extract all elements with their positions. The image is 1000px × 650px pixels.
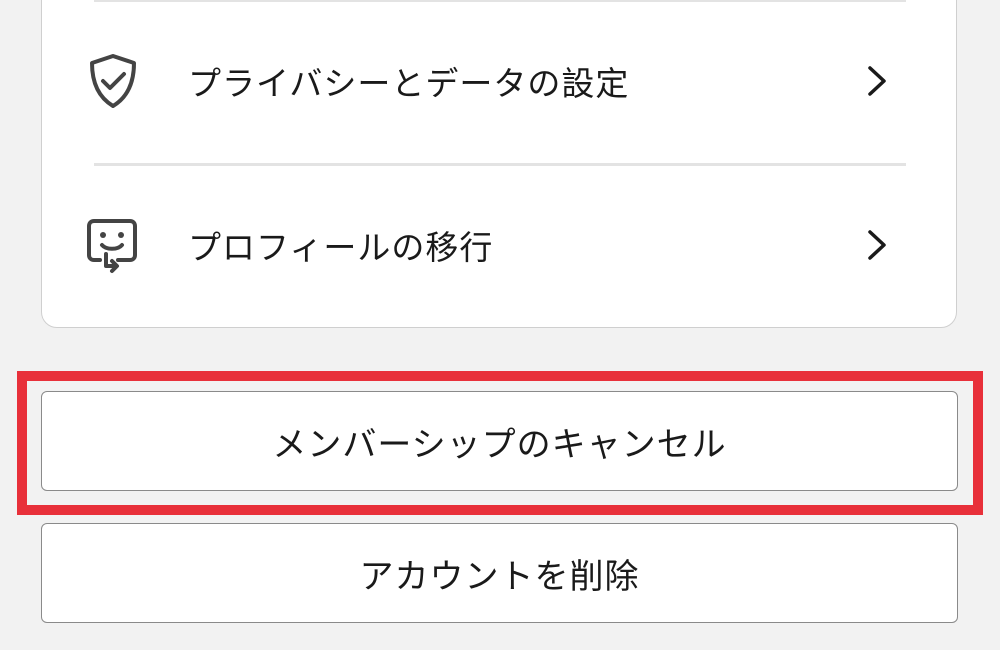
chevron-right-icon — [862, 61, 892, 101]
cancel-membership-button[interactable]: メンバーシップのキャンセル — [41, 391, 958, 491]
divider-top — [94, 0, 906, 2]
privacy-data-settings-label: プライバシーとデータの設定 — [188, 64, 630, 103]
settings-card: プライバシーとデータの設定 プロフィールの移行 — [41, 0, 957, 328]
profile-transfer-icon — [83, 215, 143, 275]
profile-transfer-row[interactable]: プロフィールの移行 — [42, 185, 958, 305]
privacy-data-settings-row[interactable]: プライバシーとデータの設定 — [42, 21, 958, 141]
shield-check-icon — [83, 51, 143, 111]
account-settings-page: プライバシーとデータの設定 プロフィールの移行 メンバーシップのキャンセル アカ… — [0, 0, 1000, 650]
divider-middle — [94, 163, 906, 166]
profile-transfer-label: プロフィールの移行 — [188, 228, 494, 267]
chevron-right-icon — [862, 225, 892, 265]
delete-account-button[interactable]: アカウントを削除 — [41, 523, 958, 623]
